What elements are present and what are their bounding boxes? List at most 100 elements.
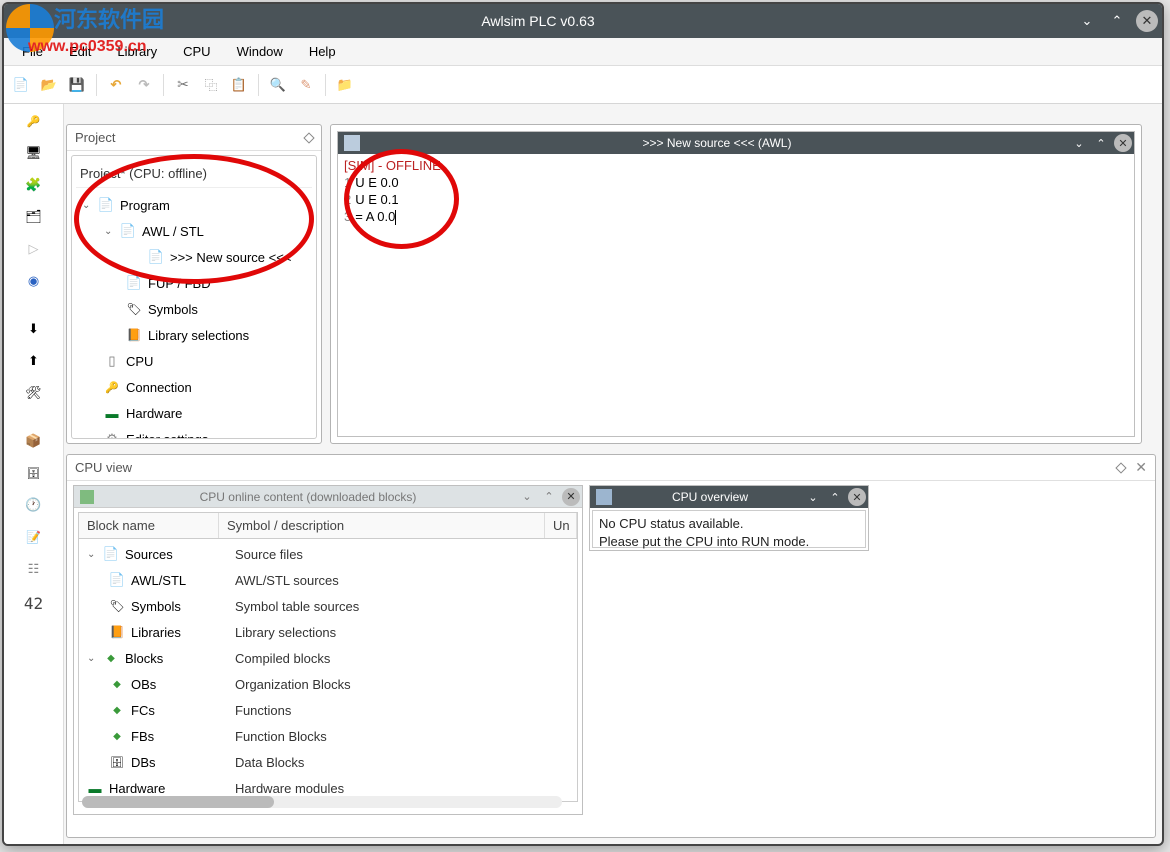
doc-icon [126, 275, 142, 291]
tree-label: Connection [126, 380, 192, 395]
book-icon [126, 327, 142, 343]
tree-editor-settings[interactable]: Editor settings [78, 426, 310, 439]
dock-stop-icon[interactable] [23, 270, 45, 292]
menu-file[interactable]: File [10, 41, 55, 62]
maximize-button[interactable]: ⌃ [1106, 10, 1128, 32]
editor-min-icon[interactable]: ⌄ [1070, 134, 1088, 152]
editor-close-icon[interactable]: ✕ [1114, 134, 1132, 152]
dock-container-icon[interactable]: 📦 [23, 430, 45, 452]
sim-status: [SIM] - OFFLINE [344, 158, 441, 173]
editor-max-icon[interactable]: ⌃ [1092, 134, 1110, 152]
new-file-icon[interactable] [10, 74, 32, 96]
panel-float-icon[interactable] [303, 132, 314, 143]
tree-program[interactable]: ⌄ Program [78, 192, 310, 218]
table-row[interactable]: ⌄BlocksCompiled blocks [83, 645, 573, 671]
undo-icon[interactable] [105, 74, 127, 96]
table-row[interactable]: FBsFunction Blocks [83, 723, 573, 749]
code-line: = A 0.0 [355, 209, 395, 224]
save-file-icon[interactable] [66, 74, 88, 96]
editor-tab-titlebar[interactable]: >>> New source <<< (AWL) ⌄ ⌃ ✕ [338, 132, 1134, 154]
sub-close-icon[interactable]: ✕ [562, 488, 580, 506]
cpu-overview-titlebar[interactable]: CPU overview ⌄ ⌃ ✕ [590, 486, 868, 508]
dock-download-icon[interactable]: ⬇ [23, 318, 45, 340]
tree-new-source[interactable]: >>> New source <<< [78, 244, 310, 270]
dock-run-icon[interactable] [23, 238, 45, 260]
dock-key-icon[interactable] [23, 110, 45, 132]
cpu-online-titlebar[interactable]: CPU online content (downloaded blocks) ⌄… [74, 486, 582, 508]
block-icon [103, 650, 119, 666]
tree-label: AWL / STL [142, 224, 204, 239]
table-row[interactable]: AWL/STLAWL/STL sources [83, 567, 573, 593]
dock-monitor-icon[interactable]: 🖥 [23, 142, 45, 164]
left-dock: 🖥 🧩 🗂 ⬇ ⬆ 🛠 📦 42 [4, 104, 64, 844]
minimize-button[interactable]: ⌄ [1076, 10, 1098, 32]
chevron-down-icon[interactable]: ⌄ [104, 226, 114, 237]
tree-label: >>> New source <<< [170, 250, 291, 265]
table-row[interactable]: DBsData Blocks [83, 749, 573, 775]
menu-help[interactable]: Help [297, 41, 348, 62]
tree-fupfbd[interactable]: FUP / FBD [78, 270, 310, 296]
tree-awlstl[interactable]: ⌄ AWL / STL [78, 218, 310, 244]
redo-icon[interactable] [133, 74, 155, 96]
chevron-down-icon[interactable]: ⌄ [87, 549, 97, 560]
sub-min-icon[interactable]: ⌄ [518, 488, 536, 506]
code-line: U E 0.0 [355, 175, 398, 190]
database-icon [109, 754, 125, 770]
project-root[interactable]: Project* (CPU: offline) [76, 160, 312, 188]
dock-database-icon[interactable] [23, 462, 45, 484]
tree-label: FUP / FBD [148, 276, 211, 291]
dock-note-icon[interactable] [23, 526, 45, 548]
replace-icon[interactable] [295, 74, 317, 96]
cpu-status-line: Please put the CPU into RUN mode. [599, 533, 859, 551]
panel-float-icon[interactable] [1116, 462, 1127, 473]
dock-lcd-icon[interactable] [23, 558, 45, 580]
panel-close-icon[interactable]: ✕ [1135, 459, 1147, 476]
table-row[interactable]: FCsFunctions [83, 697, 573, 723]
tree-label: Program [120, 198, 170, 213]
menu-library[interactable]: Library [105, 41, 169, 62]
tree-hardware[interactable]: Hardware [78, 400, 310, 426]
col-un[interactable]: Un [545, 513, 577, 538]
menu-window[interactable]: Window [225, 41, 295, 62]
sub-close-icon[interactable]: ✕ [848, 488, 866, 506]
dock-blocks-icon[interactable]: 🗂 [23, 206, 45, 228]
tree-label: Hardware [126, 406, 182, 421]
menu-edit[interactable]: Edit [57, 41, 103, 62]
tree-cpu[interactable]: CPU [78, 348, 310, 374]
menu-cpu[interactable]: CPU [171, 41, 222, 62]
block-icon [109, 728, 125, 744]
sub-max-icon[interactable]: ⌃ [826, 488, 844, 506]
find-icon[interactable] [267, 74, 289, 96]
open-project-icon[interactable] [334, 74, 356, 96]
chevron-down-icon[interactable]: ⌄ [87, 653, 97, 664]
sub-min-icon[interactable]: ⌄ [804, 488, 822, 506]
sub-max-icon[interactable]: ⌃ [540, 488, 558, 506]
horizontal-scrollbar[interactable] [82, 796, 562, 808]
line-number: 2 [344, 192, 351, 207]
close-button[interactable]: ✕ [1136, 10, 1158, 32]
code-editor[interactable]: [SIM] - OFFLINE 1U E 0.0 2U E 0.1 3= A 0… [338, 154, 1134, 230]
col-block-name[interactable]: Block name [79, 513, 219, 538]
doc-icon [120, 223, 136, 239]
dock-tools-icon[interactable]: 🛠 [23, 382, 45, 404]
col-description[interactable]: Symbol / description [219, 513, 545, 538]
table-row[interactable]: LibrariesLibrary selections [83, 619, 573, 645]
open-file-icon[interactable] [38, 74, 60, 96]
dock-block-icon[interactable]: 🧩 [23, 174, 45, 196]
scrollbar-thumb[interactable] [82, 796, 274, 808]
tree-connection[interactable]: Connection [78, 374, 310, 400]
table-row[interactable]: OBsOrganization Blocks [83, 671, 573, 697]
table-row[interactable]: SymbolsSymbol table sources [83, 593, 573, 619]
copy-icon[interactable] [200, 74, 222, 96]
tree-library[interactable]: Library selections [78, 322, 310, 348]
chevron-down-icon[interactable]: ⌄ [82, 200, 92, 211]
paste-icon[interactable] [228, 74, 250, 96]
window-titlebar[interactable]: Awlsim PLC v0.63 ⌄ ⌃ ✕ [4, 4, 1162, 38]
cpu-view-title: CPU view [75, 460, 1117, 475]
tree-symbols[interactable]: Symbols [78, 296, 310, 322]
dock-clock-icon[interactable] [23, 494, 45, 516]
toolbar-sep [96, 74, 97, 96]
table-row[interactable]: ⌄SourcesSource files [83, 541, 573, 567]
dock-upload-icon[interactable]: ⬆ [23, 350, 45, 372]
cut-icon[interactable] [172, 74, 194, 96]
